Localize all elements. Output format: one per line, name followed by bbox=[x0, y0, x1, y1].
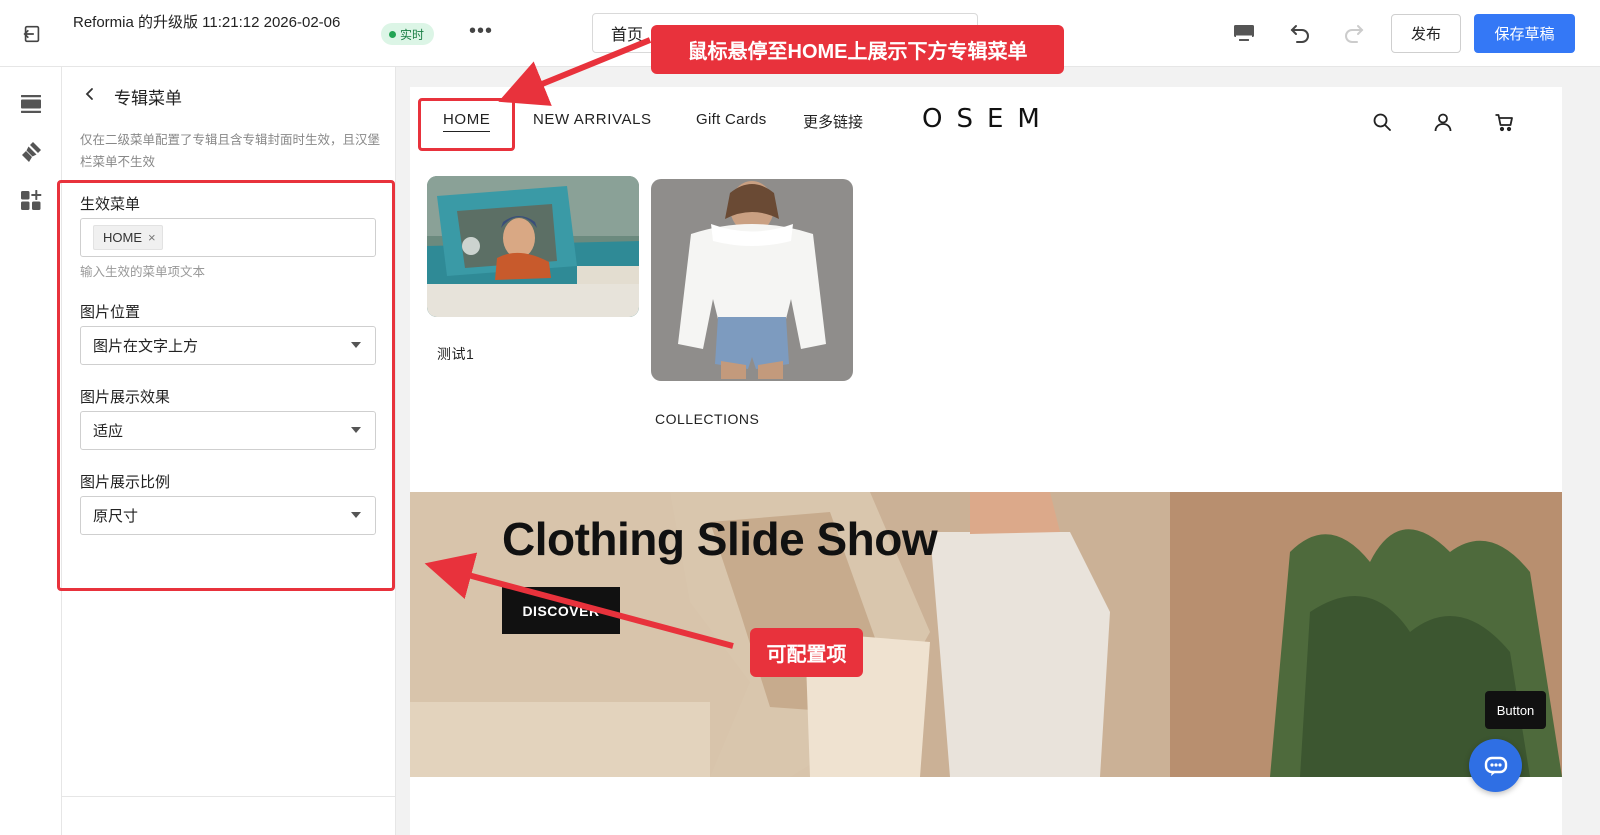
panel-divider bbox=[62, 796, 396, 797]
layout-sections-icon bbox=[21, 95, 41, 113]
back-button[interactable] bbox=[80, 84, 100, 104]
left-tool-rail bbox=[0, 67, 62, 835]
exit-editor-button[interactable] bbox=[18, 20, 46, 48]
paint-brush-icon bbox=[22, 142, 41, 162]
cart-icon bbox=[1495, 114, 1513, 132]
floating-button[interactable]: Button bbox=[1485, 691, 1546, 729]
chat-button[interactable] bbox=[1469, 739, 1522, 792]
menu-card-image-2[interactable] bbox=[651, 179, 853, 381]
redo-button[interactable] bbox=[1339, 18, 1369, 48]
settings-highlight-box bbox=[57, 180, 395, 591]
theme-style-button[interactable] bbox=[17, 138, 45, 166]
home-highlight-box bbox=[418, 98, 515, 151]
redo-icon bbox=[1345, 25, 1364, 43]
chevron-left-icon bbox=[85, 88, 93, 100]
discover-button[interactable]: DISCOVER bbox=[502, 587, 620, 634]
desktop-preview-button[interactable] bbox=[1229, 18, 1259, 48]
top-callout: 鼠标悬停至HOME上展示下方专辑菜单 bbox=[651, 25, 1064, 74]
more-options-button[interactable]: ••• bbox=[468, 20, 494, 46]
exit-icon bbox=[23, 25, 40, 43]
menu-card-caption-1[interactable]: 测试1 bbox=[437, 344, 474, 364]
slideshow-title: Clothing Slide Show bbox=[502, 513, 938, 565]
menu-card-image-1[interactable] bbox=[427, 176, 639, 317]
apps-tool-button[interactable] bbox=[17, 186, 45, 214]
theme-title: Reformia 的升级版 11:21:12 2026-02-06 bbox=[73, 14, 341, 31]
nav-more-links[interactable]: 更多链接 bbox=[803, 111, 863, 132]
live-status-badge: 实时 bbox=[381, 23, 435, 45]
live-dot-icon bbox=[389, 30, 396, 38]
sections-tool-button[interactable] bbox=[17, 90, 45, 118]
store-search-button[interactable] bbox=[1369, 109, 1395, 135]
save-draft-button[interactable]: 保存草稿 bbox=[1474, 14, 1575, 53]
preview-canvas: HOME NEW ARRIVALS Gift Cards 更多链接 OSEM 测… bbox=[396, 67, 1600, 835]
publish-button[interactable]: 发布 bbox=[1391, 14, 1461, 53]
blouse-photo-image bbox=[651, 179, 853, 381]
side-callout: 可配置项 bbox=[750, 628, 863, 677]
chat-bubble-icon bbox=[1484, 756, 1507, 776]
slideshow-banner: Clothing Slide Show DISCOVER bbox=[410, 492, 1562, 777]
truck-photo-image bbox=[427, 176, 639, 317]
live-label: 实时 bbox=[400, 27, 425, 42]
nav-new-arrivals-link[interactable]: NEW ARRIVALS bbox=[533, 111, 652, 128]
menu-card-caption-2[interactable]: COLLECTIONS bbox=[655, 411, 759, 427]
desktop-icon bbox=[1234, 25, 1254, 41]
page-selector-value: 首页 bbox=[611, 27, 644, 44]
store-header: HOME NEW ARRIVALS Gift Cards 更多链接 OSEM bbox=[410, 87, 1562, 155]
store-preview-frame: HOME NEW ARRIVALS Gift Cards 更多链接 OSEM 测… bbox=[410, 87, 1562, 835]
nav-gift-cards-link[interactable]: Gift Cards bbox=[696, 111, 767, 128]
store-account-button[interactable] bbox=[1430, 109, 1456, 135]
store-logo[interactable]: OSEM bbox=[922, 104, 1054, 134]
undo-icon bbox=[1290, 25, 1309, 43]
panel-description: 仅在二级菜单配置了专辑且含专辑封面时生效，且汉堡栏菜单不生效 bbox=[80, 133, 381, 169]
undo-button[interactable] bbox=[1285, 18, 1315, 48]
user-icon bbox=[1434, 113, 1452, 132]
panel-title: 专辑菜单 bbox=[114, 89, 182, 108]
store-cart-button[interactable] bbox=[1491, 109, 1517, 135]
add-apps-icon bbox=[21, 190, 42, 210]
search-icon bbox=[1373, 113, 1391, 131]
